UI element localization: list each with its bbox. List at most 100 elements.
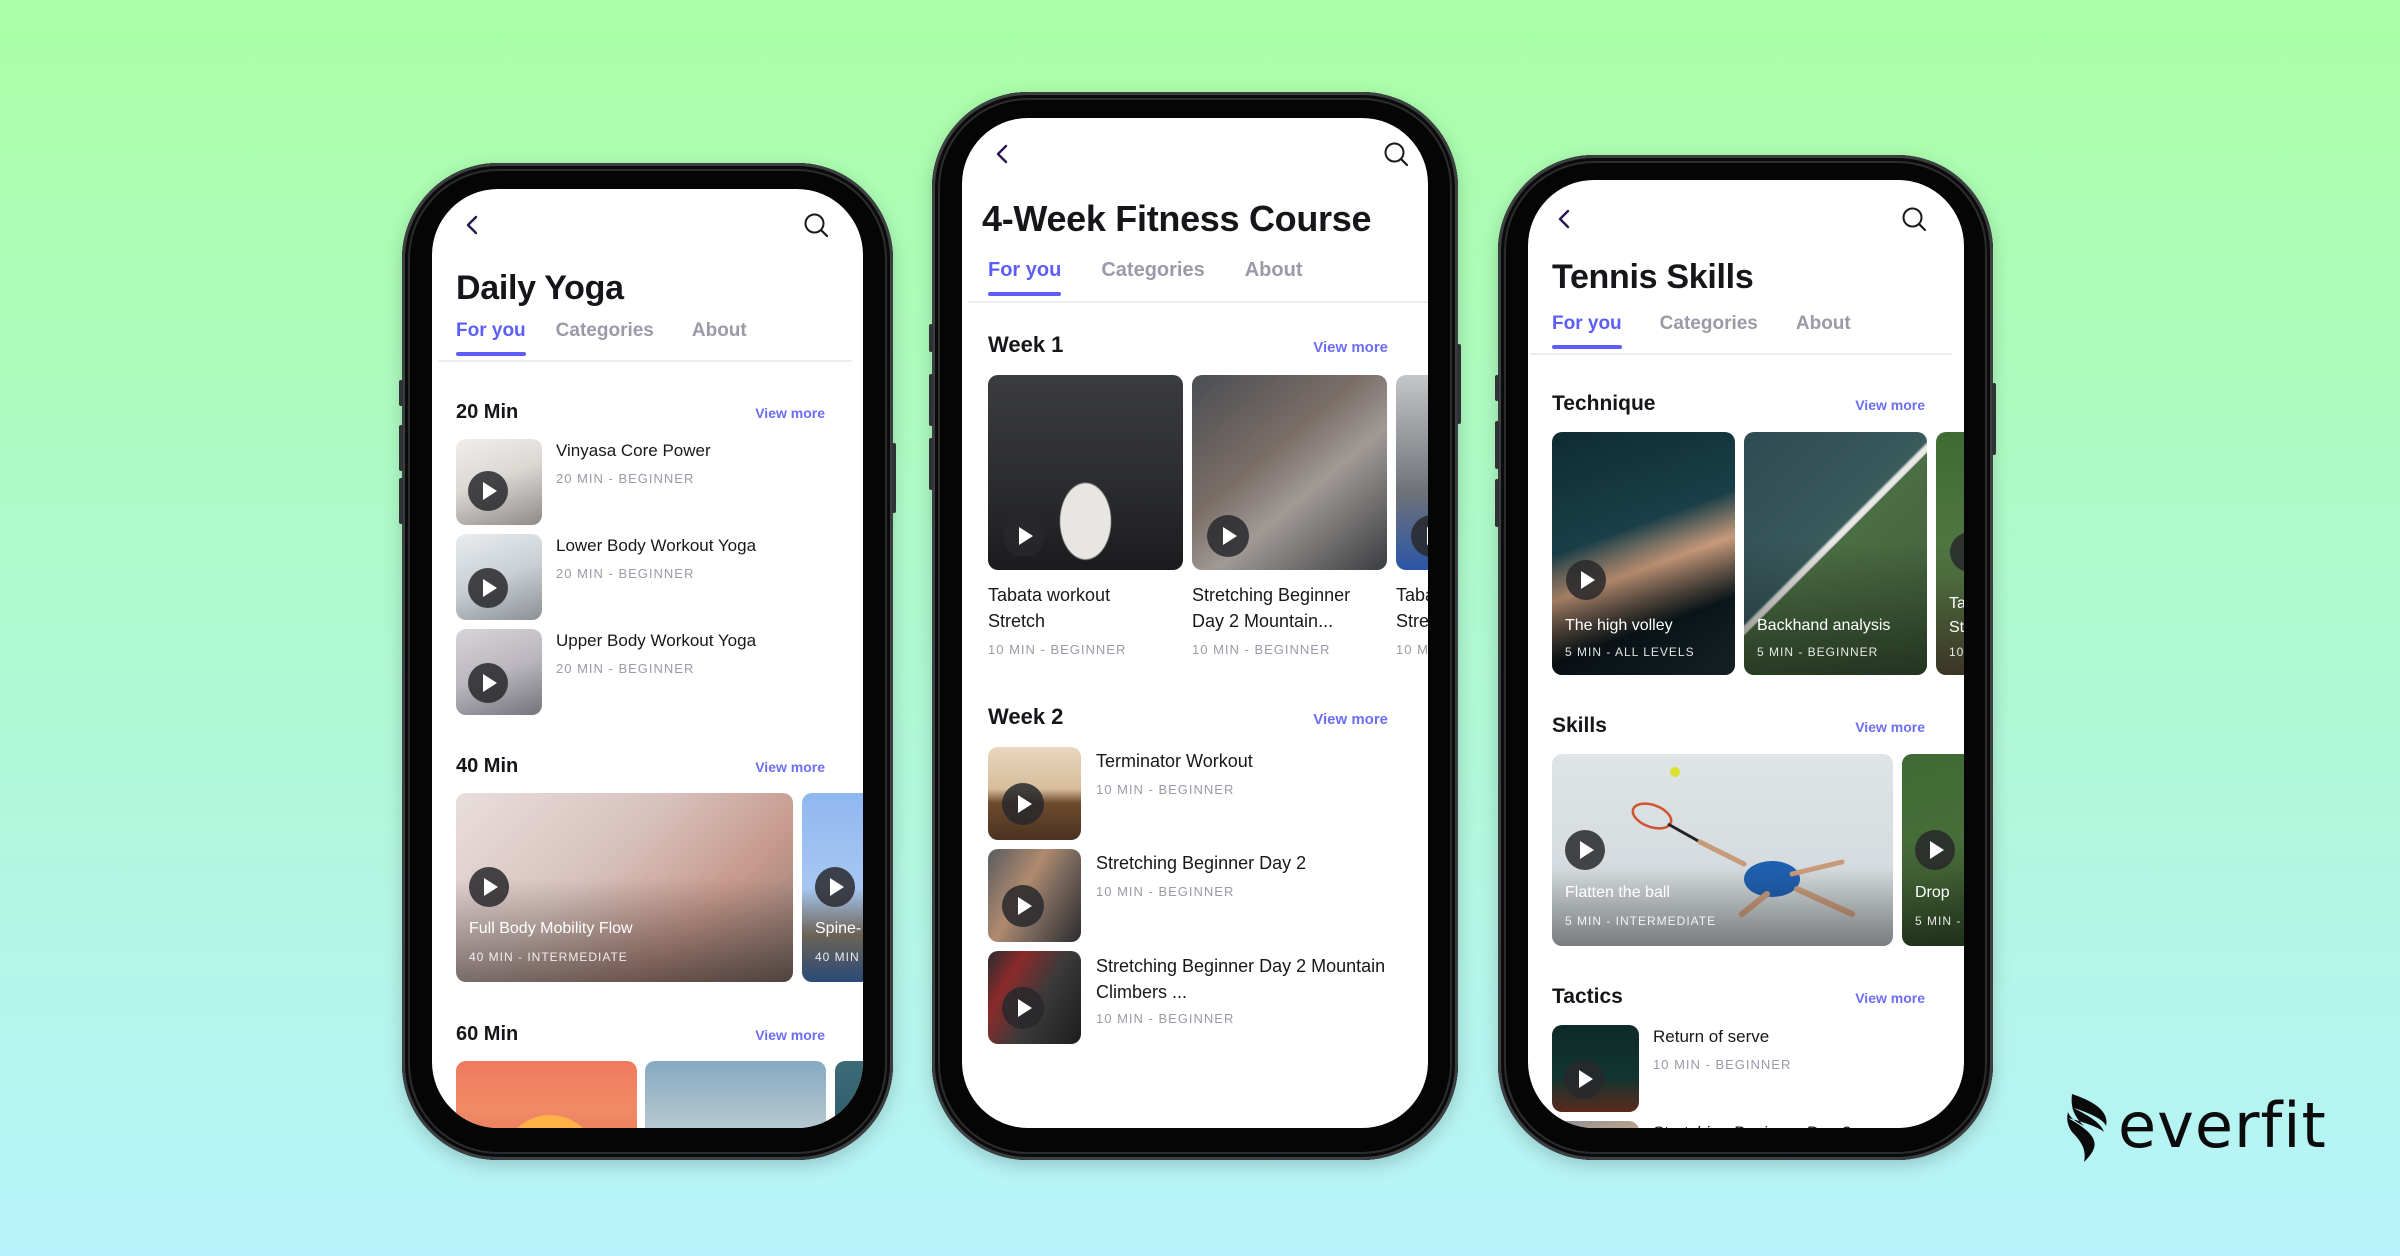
card-meta: 10 — [1949, 645, 1964, 659]
side-button — [399, 380, 403, 406]
tab-for-you[interactable]: For you — [1552, 313, 1622, 349]
list-item[interactable]: Upper Body Workout Yoga 20 MIN - BEGINNE… — [456, 629, 756, 715]
video-card[interactable] — [645, 1061, 826, 1128]
video-card[interactable]: Tabata workout Stretch 10 MIN - BEGINNER — [988, 375, 1183, 657]
app-screen: Tennis Skills For you Categories About T… — [1528, 180, 1964, 1128]
video-card[interactable]: Ta St 10 — [1936, 432, 1964, 675]
play-icon[interactable] — [815, 867, 855, 907]
card-title: Drop — [1915, 884, 1950, 901]
section-header: 20 Min View more — [456, 401, 825, 424]
section-header: 60 Min View more — [456, 1023, 825, 1046]
view-more-link[interactable]: View more — [1313, 339, 1388, 356]
tab-categories[interactable]: Categories — [1660, 313, 1758, 335]
app-screen: Daily Yoga For you Categories About .p1 … — [432, 189, 863, 1128]
video-card[interactable]: Stretching Beginner Day 2 Mountain... 10… — [1192, 375, 1387, 657]
page-title: Tennis Skills — [1552, 258, 1754, 296]
side-button — [1495, 479, 1499, 527]
section-title: Week 1 — [988, 332, 1064, 357]
card-title: Ta St — [1949, 595, 1964, 636]
card-title: Spine- — [815, 920, 862, 937]
section-title: 20 Min — [456, 401, 519, 423]
chevron-left-icon[interactable] — [992, 143, 1014, 165]
list-item[interactable]: Lower Body Workout Yoga 20 MIN - BEGINNE… — [456, 534, 756, 620]
side-button — [399, 425, 403, 471]
play-icon[interactable] — [1207, 515, 1249, 557]
video-card[interactable]: Backhand analysis 5 MIN - BEGINNER — [1744, 432, 1927, 675]
play-icon[interactable] — [1411, 515, 1428, 557]
list-item[interactable]: Vinyasa Core Power 20 MIN - BEGINNER — [456, 439, 711, 525]
video-card[interactable]: Flatten the ball 5 MIN - INTERMEDIATE — [1552, 754, 1893, 946]
tab-for-you[interactable]: For you — [988, 259, 1062, 296]
card-title: Full Body Mobility Flow — [469, 920, 633, 937]
search-icon[interactable] — [1382, 140, 1410, 168]
card-meta: 40 MIN — [815, 950, 860, 964]
side-button — [929, 324, 933, 352]
tab-for-you[interactable]: For you — [456, 320, 526, 356]
tab-about[interactable]: About — [1796, 313, 1851, 335]
view-more-link[interactable]: View more — [1313, 711, 1388, 728]
search-icon[interactable] — [1900, 205, 1928, 233]
video-card[interactable]: The high volley 5 MIN - ALL LEVELS — [1552, 432, 1735, 675]
tab-about[interactable]: About — [692, 320, 747, 342]
video-thumbnail — [1552, 1025, 1639, 1112]
view-more-link[interactable]: View more — [755, 1027, 825, 1043]
video-thumbnail — [1552, 1121, 1639, 1128]
item-title: Return of serve — [1653, 1027, 1770, 1046]
play-icon[interactable] — [469, 867, 509, 907]
app-screen: 4-Week Fitness Course For you Categories… — [962, 118, 1428, 1128]
play-icon[interactable] — [1565, 830, 1605, 870]
page-title: 4-Week Fitness Course — [982, 198, 1372, 239]
video-card[interactable]: Spine- 40 MIN — [802, 793, 863, 982]
video-thumbnail — [456, 534, 542, 620]
view-more-link[interactable]: View more — [1855, 990, 1925, 1006]
phone-tennis-skills: Tennis Skills For you Categories About T… — [1495, 155, 1996, 1160]
play-icon[interactable] — [468, 568, 508, 608]
play-icon[interactable] — [1002, 987, 1044, 1029]
play-icon[interactable] — [1564, 1059, 1604, 1099]
chevron-left-icon[interactable] — [1554, 208, 1576, 230]
play-icon[interactable] — [468, 663, 508, 703]
list-item[interactable]: Stretching Beginner Day 2 — [1552, 1121, 1851, 1128]
tab-about[interactable]: About — [1245, 259, 1303, 282]
search-icon[interactable] — [802, 211, 830, 239]
item-meta: 20 MIN - BEGINNER — [556, 566, 695, 581]
item-meta: 10 MIN - BEGINNER — [1096, 782, 1235, 797]
play-icon[interactable] — [468, 471, 508, 511]
chevron-left-icon[interactable] — [462, 214, 484, 236]
video-card[interactable] — [456, 1061, 637, 1128]
tab-bar: For you Categories About — [438, 320, 852, 362]
card-meta: 10 MIN - BEGINNER — [988, 642, 1127, 657]
item-title: Lower Body Workout Yoga — [556, 536, 757, 555]
play-icon[interactable] — [1566, 560, 1606, 600]
tab-categories[interactable]: Categories — [556, 320, 654, 342]
item-title: Stretching Beginner Day 2 — [1096, 853, 1307, 873]
play-icon[interactable] — [1003, 515, 1045, 557]
section-header: Technique View more — [1552, 392, 1925, 416]
view-more-link[interactable]: View more — [755, 405, 825, 421]
view-more-link[interactable]: View more — [1855, 397, 1925, 413]
list-item[interactable]: Stretching Beginner Day 2 Mountain Climb… — [988, 951, 1386, 1044]
item-title: Upper Body Workout Yoga — [556, 631, 757, 650]
tab-categories[interactable]: Categories — [1101, 259, 1204, 282]
video-card[interactable]: Tabata workout Stretch 10 MIN - BEGINNER — [1396, 375, 1428, 657]
play-icon[interactable] — [1915, 830, 1955, 870]
item-meta: 10 MIN - BEGINNER — [1096, 1011, 1235, 1026]
tab-bar: For you Categories About — [1530, 313, 1952, 355]
view-more-link[interactable]: View more — [1855, 719, 1925, 735]
section-title: Skills — [1552, 714, 1607, 737]
section-title: Technique — [1552, 392, 1656, 415]
video-card[interactable]: Drop 5 MIN - — [1902, 754, 1964, 946]
play-icon[interactable] — [1002, 885, 1044, 927]
list-item[interactable]: Terminator Workout 10 MIN - BEGINNER — [988, 747, 1253, 840]
card-title: Stretching Beginner Day 2 Mountain... — [1192, 585, 1351, 631]
video-thumbnail — [456, 439, 542, 525]
section-title: 40 Min — [456, 755, 519, 777]
video-card[interactable] — [835, 1061, 863, 1128]
list-item[interactable]: Stretching Beginner Day 2 10 MIN - BEGIN… — [988, 849, 1306, 942]
list-item[interactable]: Return of serve 10 MIN - BEGINNER — [1552, 1025, 1791, 1112]
card-meta: 5 MIN - BEGINNER — [1757, 645, 1879, 659]
video-card[interactable]: Full Body Mobility Flow 40 MIN - INTERME… — [456, 793, 793, 982]
play-icon[interactable] — [1002, 783, 1044, 825]
item-meta: 20 MIN - BEGINNER — [556, 661, 695, 676]
view-more-link[interactable]: View more — [755, 759, 825, 775]
